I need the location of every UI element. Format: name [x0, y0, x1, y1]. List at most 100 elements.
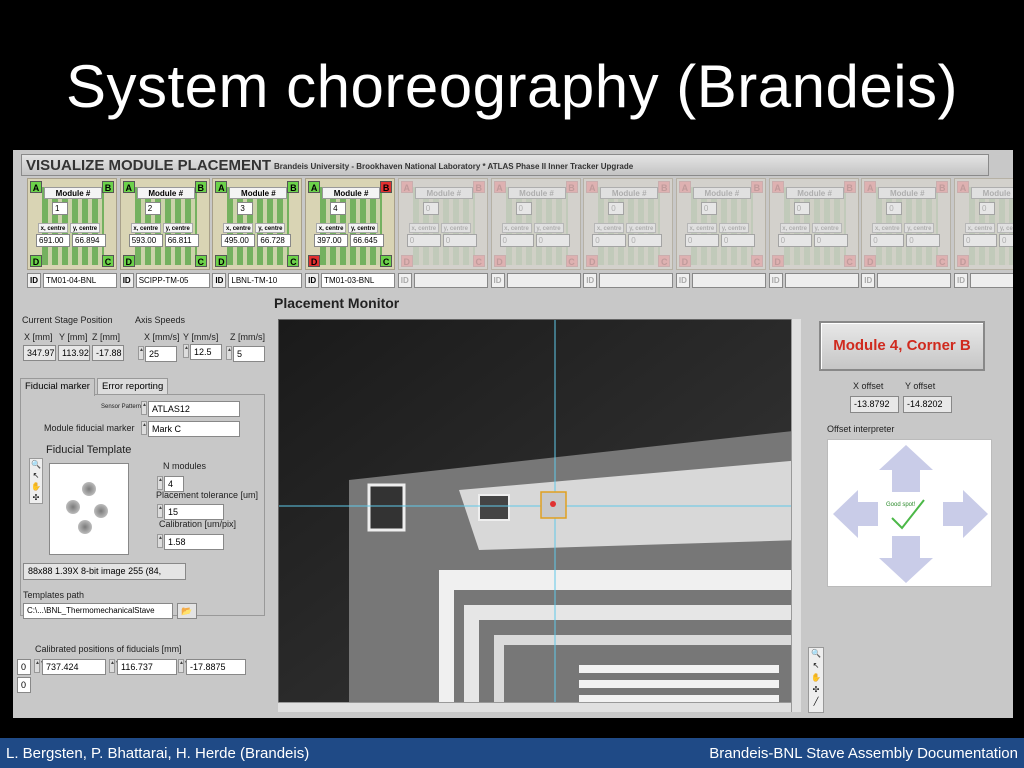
module-corner-button[interactable]: Module 4, Corner B	[819, 321, 985, 371]
y-centre-value[interactable]: 66.645	[350, 234, 385, 247]
module-num-input[interactable]: 2	[144, 202, 161, 215]
calibrated-index[interactable]: 0	[17, 659, 31, 675]
y-centre-value[interactable]: 0	[535, 234, 570, 247]
module-id-input[interactable]: TM01-03-BNL	[321, 273, 396, 288]
x-centre-value[interactable]: 0	[870, 234, 905, 247]
module-id-input[interactable]	[599, 273, 674, 288]
monitor-hand-icon[interactable]: ✋	[809, 672, 823, 684]
speed-x-input[interactable]: 25	[145, 346, 177, 362]
calibrated-z[interactable]: -17.8875	[186, 659, 246, 675]
module-id-input[interactable]: SCIPP-TM-05	[135, 273, 210, 288]
module-marker-spinner[interactable]: ▲▼	[141, 421, 152, 435]
module-num-input[interactable]: 0	[608, 202, 625, 215]
speeds-label: Axis Speeds	[135, 315, 186, 325]
module-marker-select[interactable]: Mark C	[148, 421, 240, 437]
module-id-row: ID SCIPP-TM-05	[119, 273, 210, 288]
templates-path-input[interactable]: C:\...\BNL_ThermomechanicalStave	[23, 603, 173, 619]
corner-d-indicator: D	[215, 255, 228, 267]
y-offset-label: Y offset	[905, 381, 936, 391]
module-num-label: Module #	[507, 187, 566, 199]
direction-arrows	[833, 445, 988, 583]
monitor-vertical-scrollbar[interactable]	[791, 319, 801, 712]
module-id-input[interactable]	[970, 273, 1013, 288]
x-centre-value[interactable]: 691.00	[36, 234, 70, 247]
module-id-input[interactable]	[413, 273, 488, 288]
corner-b-indicator: B	[843, 181, 856, 193]
speed-z-spinner[interactable]: ▲▼	[226, 346, 237, 360]
speed-y-label: Y [mm/s]	[183, 332, 219, 342]
x-centre-value[interactable]: 0	[592, 234, 627, 247]
x-centre-label: x, centre	[594, 223, 625, 233]
corner-a-indicator: A	[586, 181, 599, 193]
speed-z-input[interactable]: 5	[233, 346, 265, 362]
hand-icon[interactable]: ✋	[30, 481, 42, 492]
module-id-input[interactable]: TM01-04-BNL	[43, 273, 117, 288]
module-id-input[interactable]	[877, 273, 952, 288]
folder-browse-button[interactable]: 📂	[177, 603, 197, 619]
calibrated-y-spinner[interactable]: ▲▼	[109, 659, 120, 673]
module-slot: A B D C Module # 1 x, centre y, centre 691.00 66.…	[27, 178, 117, 290]
pointer-icon[interactable]: ↖	[30, 470, 42, 481]
module-box: A B D C Module # 1 x, centre y, centre 691.00 66.…	[27, 178, 117, 270]
monitor-line-icon[interactable]: ╱	[809, 696, 823, 708]
y-centre-value[interactable]: 66.811	[164, 234, 199, 247]
calibrated-x-spinner[interactable]: ▲▼	[34, 659, 45, 673]
module-num-input[interactable]: 0	[793, 202, 810, 215]
y-centre-value[interactable]: 66.894	[72, 234, 106, 247]
tolerance-spinner[interactable]: ▲▼	[157, 504, 168, 518]
calibrated-y[interactable]: 116.737	[117, 659, 177, 675]
stage-x-value: 347.97	[23, 345, 56, 361]
crosshair-icon[interactable]: ✣	[30, 492, 42, 503]
module-id-row: ID	[397, 273, 488, 288]
zoom-icon[interactable]: 🔍	[30, 459, 42, 470]
module-num-input[interactable]: 0	[886, 202, 903, 215]
y-centre-value[interactable]: 0	[999, 234, 1013, 247]
monitor-zoom-icon[interactable]: 🔍	[809, 648, 823, 660]
x-centre-value[interactable]: 0	[499, 234, 534, 247]
module-num-input[interactable]: 1	[52, 202, 68, 215]
tab-error-reporting[interactable]: Error reporting	[97, 378, 169, 395]
speed-y-input[interactable]: 12.5	[190, 344, 222, 360]
calibrated-index-2[interactable]: 0	[17, 677, 31, 693]
x-centre-value[interactable]: 0	[406, 234, 441, 247]
module-id-input[interactable]: LBNL-TM-10	[228, 273, 303, 288]
module-id-input[interactable]	[506, 273, 581, 288]
placement-monitor-image[interactable]	[278, 319, 801, 712]
calibration-input[interactable]: 1.58	[164, 534, 224, 550]
module-id-input[interactable]	[784, 273, 859, 288]
module-num-label: Module #	[136, 187, 195, 199]
y-centre-value[interactable]: 0	[442, 234, 477, 247]
x-centre-value[interactable]: 0	[684, 234, 719, 247]
module-num-input[interactable]: 0	[515, 202, 532, 215]
x-centre-value[interactable]: 0	[777, 234, 812, 247]
tolerance-input[interactable]: 15	[164, 504, 224, 520]
y-centre-value[interactable]: 0	[813, 234, 848, 247]
module-num-input[interactable]: 3	[237, 202, 254, 215]
module-num-input[interactable]: 0	[422, 202, 439, 215]
tab-fiducial-marker[interactable]: Fiducial marker	[20, 378, 95, 396]
y-centre-value[interactable]: 66.728	[257, 234, 292, 247]
module-num-input[interactable]: 0	[700, 202, 717, 215]
monitor-crosshair-icon[interactable]: ✣	[809, 684, 823, 696]
calibration-spinner[interactable]: ▲▼	[157, 534, 168, 548]
monitor-pointer-icon[interactable]: ↖	[809, 660, 823, 672]
x-centre-value[interactable]: 397.00	[314, 234, 349, 247]
module-id-input[interactable]	[691, 273, 766, 288]
module-num-input[interactable]: 4	[330, 202, 347, 215]
n-modules-spinner[interactable]: ▲▼	[157, 476, 168, 490]
sensor-pattern-select[interactable]: ATLAS12	[148, 401, 240, 417]
calibrated-x[interactable]: 737.424	[42, 659, 106, 675]
x-centre-value[interactable]: 0	[963, 234, 997, 247]
x-centre-value[interactable]: 495.00	[221, 234, 256, 247]
y-centre-value[interactable]: 0	[628, 234, 663, 247]
sensor-pattern-spinner[interactable]: ▲▼	[141, 401, 152, 415]
x-centre-value[interactable]: 593.00	[128, 234, 163, 247]
y-centre-value[interactable]: 0	[906, 234, 941, 247]
speed-x-spinner[interactable]: ▲▼	[138, 346, 149, 360]
y-centre-value[interactable]: 0	[720, 234, 755, 247]
calibrated-z-spinner[interactable]: ▲▼	[178, 659, 189, 673]
y-centre-label: y, centre	[255, 223, 286, 233]
module-num-input[interactable]: 0	[979, 202, 995, 215]
monitor-horizontal-scrollbar[interactable]	[278, 702, 791, 712]
speed-y-spinner[interactable]: ▲▼	[183, 344, 194, 358]
